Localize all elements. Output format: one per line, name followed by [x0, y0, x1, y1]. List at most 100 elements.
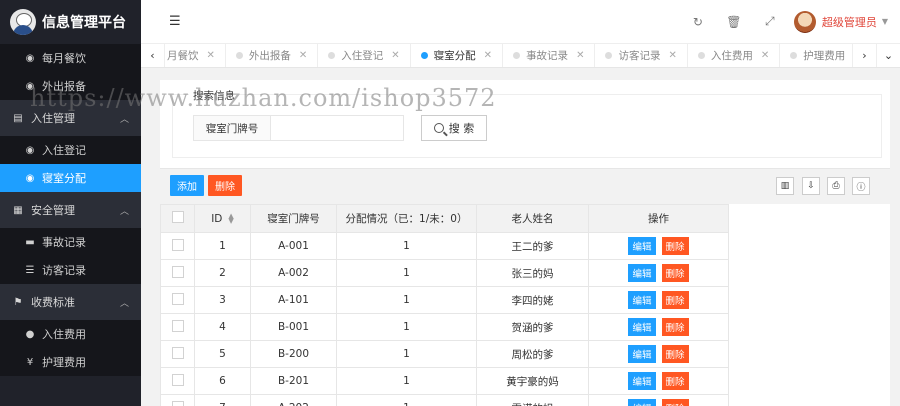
- edit-button[interactable]: 编辑: [628, 372, 656, 390]
- chevron-left-icon[interactable]: ‹: [141, 44, 165, 67]
- header-actions: ↻ 🗑 ⤢ 超级管理员 ▼: [680, 10, 900, 33]
- edit-button[interactable]: 编辑: [628, 345, 656, 363]
- row-checkbox[interactable]: [171, 238, 184, 251]
- info-icon[interactable]: ⓘ: [852, 177, 870, 195]
- cell-actions: 编辑删除: [588, 232, 729, 260]
- close-icon[interactable]: ✕: [207, 50, 215, 61]
- column-id[interactable]: ID ▲ ▼: [194, 204, 251, 233]
- tab-dot-icon: [605, 52, 613, 59]
- sidebar-item-checkin-fee[interactable]: ● 入住费用: [0, 320, 141, 348]
- flag-icon: ⚑: [13, 296, 23, 308]
- close-icon[interactable]: ✕: [299, 50, 307, 61]
- columns-filter-icon[interactable]: ▥: [776, 177, 794, 195]
- refresh-icon[interactable]: ↻: [680, 15, 716, 29]
- chevron-right-icon[interactable]: ›: [852, 44, 876, 67]
- dashboard-icon: ◉: [25, 52, 35, 64]
- tab-meals[interactable]: 月餐饮 ✕: [165, 44, 226, 67]
- tab-care-fee[interactable]: 护理费用✕: [780, 44, 852, 67]
- edit-button[interactable]: 编辑: [628, 291, 656, 309]
- logo[interactable]: 信息管理平台: [0, 0, 141, 44]
- chevron-down-icon[interactable]: ⌄: [876, 44, 900, 67]
- tab-room-assign[interactable]: 寝室分配 ✕: [411, 44, 504, 67]
- caret-down-icon[interactable]: ▼: [882, 17, 888, 26]
- card-icon: ▬: [25, 236, 35, 248]
- list-icon: ☰: [25, 264, 35, 276]
- main-card: 搜索信息 寝室门牌号 搜 索 添加 删除 ▥ ⇩ ⎙ ⓘ ID ▲ ▼ 寝室门牌号 …: [160, 80, 890, 406]
- row-checkbox[interactable]: [171, 373, 184, 386]
- sidebar-item-checkin-register[interactable]: ◉ 入住登记: [0, 136, 141, 164]
- fullscreen-icon[interactable]: ⤢: [752, 14, 788, 29]
- cell-id: 2: [194, 259, 251, 287]
- sidebar-item-meals[interactable]: ◉ 每月餐饮: [0, 44, 141, 72]
- cell-status: 1: [336, 232, 477, 260]
- column-actions: 操作: [588, 204, 729, 233]
- tab-checkin-fee[interactable]: 入住费用 ✕: [688, 44, 781, 67]
- delete-button[interactable]: 删除: [661, 345, 689, 363]
- edit-button[interactable]: 编辑: [628, 264, 656, 282]
- delete-button[interactable]: 删除: [661, 399, 689, 406]
- row-checkbox[interactable]: [171, 319, 184, 332]
- close-icon[interactable]: ✕: [576, 50, 584, 61]
- cell-status: 1: [336, 313, 477, 341]
- user-name[interactable]: 超级管理员: [822, 14, 877, 30]
- tab-outing[interactable]: 外出报备 ✕: [226, 44, 319, 67]
- row-checkbox[interactable]: [171, 400, 184, 406]
- nav-fee-items: ● 入住费用 ¥ 护理费用: [0, 320, 141, 376]
- trash-icon[interactable]: 🗑: [716, 15, 752, 29]
- room-number-input[interactable]: [270, 115, 404, 141]
- edit-button[interactable]: 编辑: [628, 237, 656, 255]
- delete-button[interactable]: 删除: [661, 372, 689, 390]
- row-select-cell: [160, 313, 195, 341]
- row-checkbox[interactable]: [171, 265, 184, 278]
- tab-accident[interactable]: 事故记录 ✕: [503, 44, 596, 67]
- close-icon[interactable]: ✕: [761, 50, 769, 61]
- sort-icon[interactable]: ▲ ▼: [228, 212, 233, 224]
- print-icon[interactable]: ⎙: [827, 177, 845, 195]
- search-button[interactable]: 搜 索: [421, 115, 487, 141]
- cell-room: A-202: [250, 394, 337, 406]
- cell-name: 张三的妈: [476, 259, 589, 287]
- cell-actions: 编辑删除: [588, 394, 729, 406]
- select-all-cell: [160, 204, 195, 233]
- sidebar-item-care-fee[interactable]: ¥ 护理费用: [0, 348, 141, 376]
- sidebar-item-label: 护理费用: [42, 356, 86, 369]
- avatar[interactable]: [793, 10, 816, 33]
- delete-button[interactable]: 删除: [661, 264, 689, 282]
- row-checkbox[interactable]: [171, 346, 184, 359]
- table-header-row: ID ▲ ▼ 寝室门牌号 分配情况（已：1/未：0） 老人姓名 操作: [160, 204, 729, 233]
- menu-fold-icon[interactable]: ☰: [169, 14, 181, 29]
- tab-dot-icon: [328, 52, 336, 59]
- sidebar-item-label: 寝室分配: [42, 172, 86, 185]
- tab-dot-icon: [235, 52, 243, 59]
- tab-dot-icon: [513, 52, 521, 59]
- close-icon[interactable]: ✕: [668, 50, 676, 61]
- tab-visitor[interactable]: 访客记录 ✕: [595, 44, 688, 67]
- cell-name: 王二的爹: [476, 232, 589, 260]
- delete-button[interactable]: 删除: [661, 237, 689, 255]
- batch-delete-button[interactable]: 删除: [208, 175, 242, 196]
- add-button[interactable]: 添加: [170, 175, 204, 196]
- tab-label: 事故记录: [526, 50, 569, 62]
- column-status: 分配情况（已：1/未：0）: [336, 204, 477, 233]
- row-checkbox[interactable]: [171, 292, 184, 305]
- sidebar-item-visitor[interactable]: ☰ 访客记录: [0, 256, 141, 284]
- delete-button[interactable]: 删除: [661, 291, 689, 309]
- select-all-checkbox[interactable]: [171, 211, 184, 223]
- cell-room: B-200: [250, 340, 337, 368]
- tab-label: 寝室分配: [433, 50, 476, 62]
- sidebar-item-room-assign[interactable]: ◉ 寝室分配: [0, 164, 141, 192]
- delete-button[interactable]: 删除: [661, 318, 689, 336]
- search-button-label: 搜 索: [448, 122, 475, 135]
- tab-checkin-register[interactable]: 入住登记 ✕: [318, 44, 411, 67]
- edit-button[interactable]: 编辑: [628, 399, 656, 406]
- close-icon[interactable]: ✕: [484, 50, 492, 61]
- sidebar-group-fees[interactable]: ⚑ 收费标准 ︿: [0, 284, 141, 320]
- export-icon[interactable]: ⇩: [802, 177, 820, 195]
- cell-room: A-002: [250, 259, 337, 287]
- sidebar-item-accident[interactable]: ▬ 事故记录: [0, 228, 141, 256]
- table-toolbar: 添加 删除 ▥ ⇩ ⎙ ⓘ: [160, 168, 890, 204]
- column-room: 寝室门牌号: [250, 204, 337, 233]
- edit-button[interactable]: 编辑: [628, 318, 656, 336]
- sidebar-group-safety[interactable]: ▦ 安全管理 ︿: [0, 192, 141, 228]
- close-icon[interactable]: ✕: [391, 50, 399, 61]
